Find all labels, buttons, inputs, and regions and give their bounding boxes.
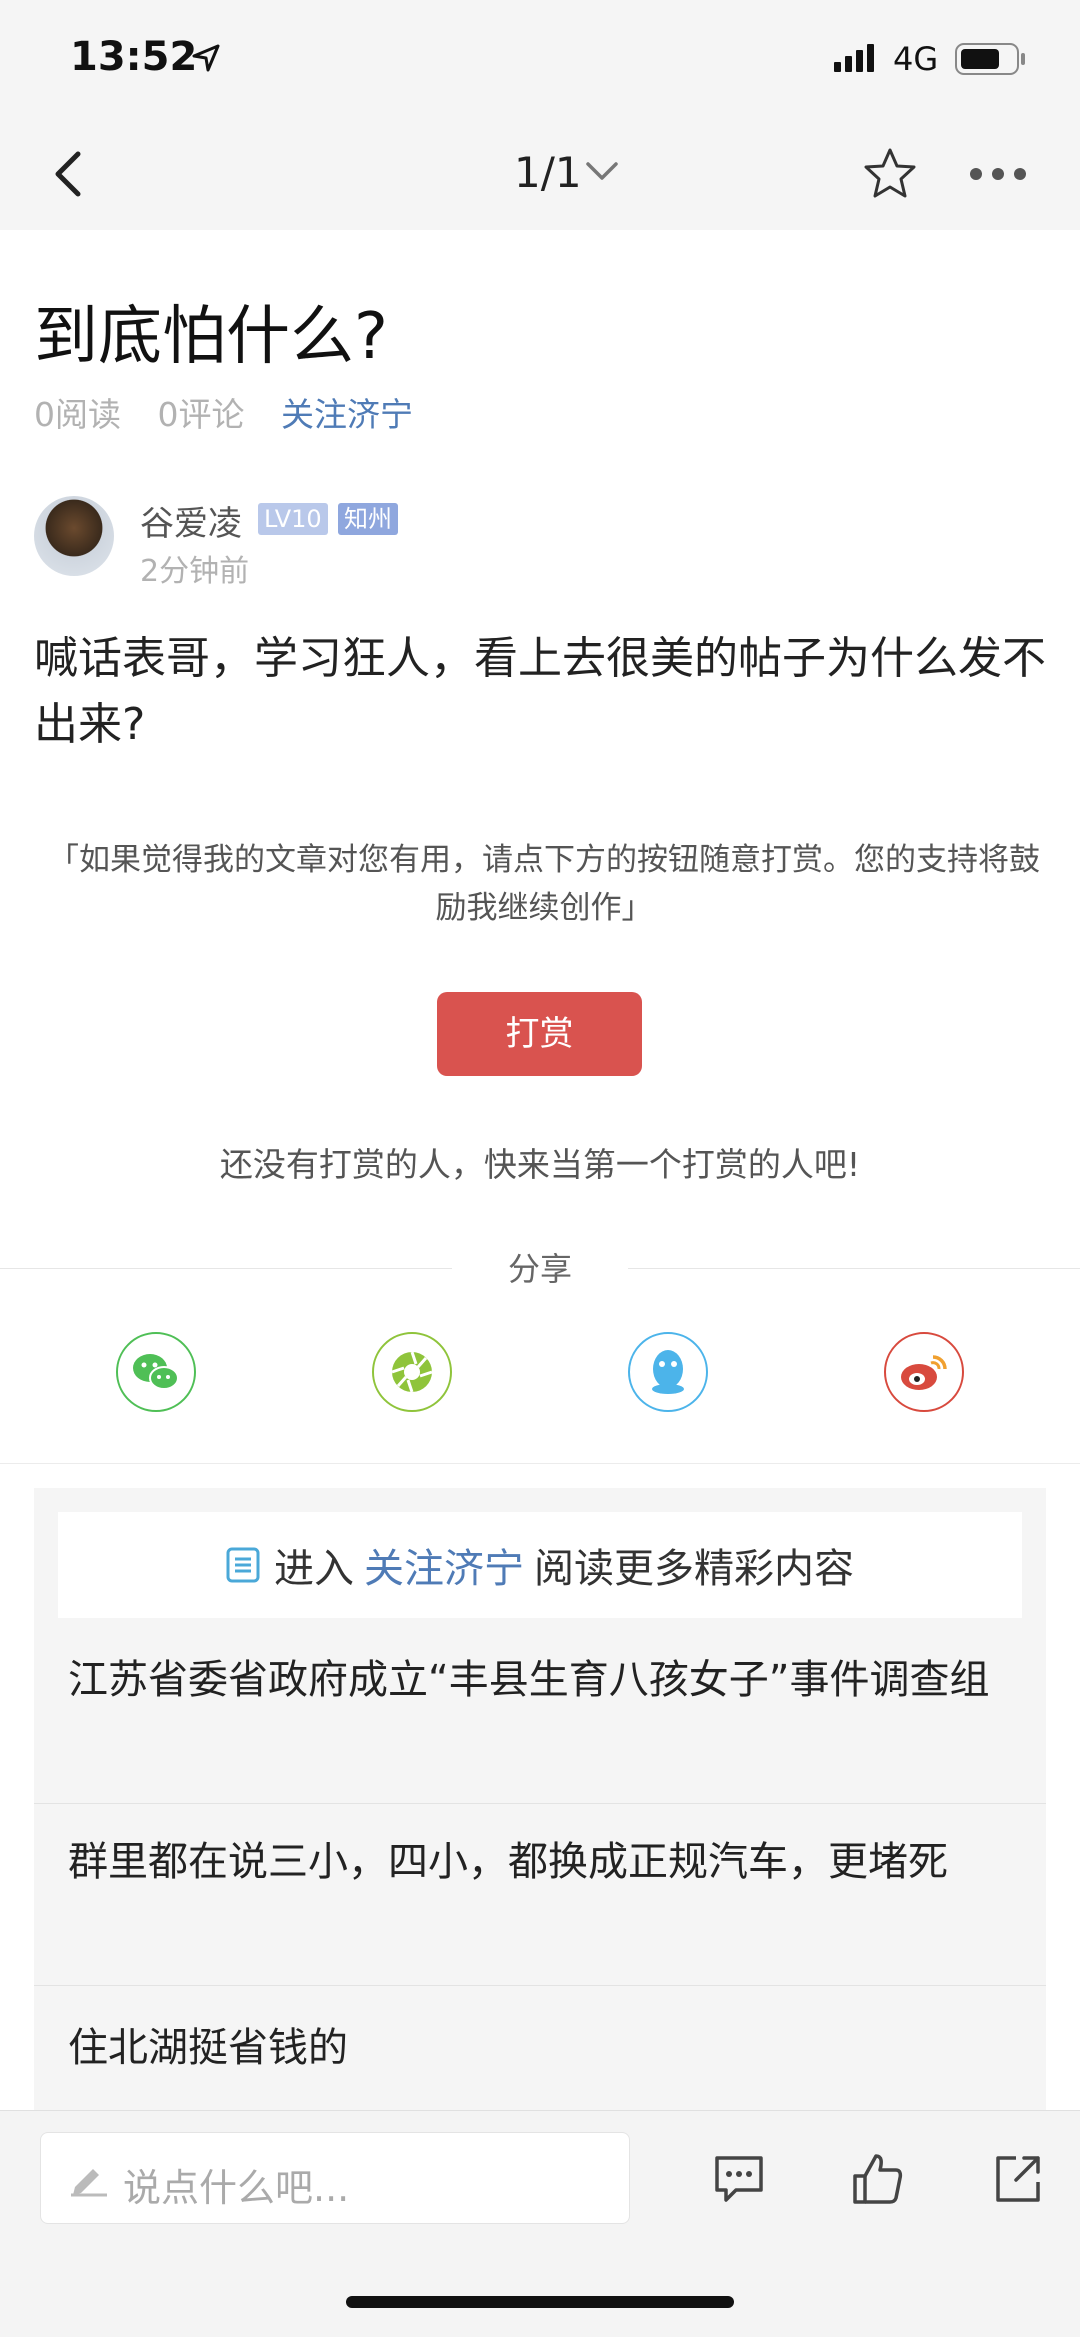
divider — [34, 1985, 1046, 1986]
post-title: 到底怕什么? — [34, 300, 388, 374]
more-prefix: 进入 — [274, 1546, 354, 1592]
forum-link[interactable]: 关注济宁 — [281, 395, 413, 434]
nav-bar: 1/1 — [0, 118, 1080, 230]
chevron-down-icon[interactable] — [584, 158, 620, 184]
author-name[interactable]: 谷爱凌 — [140, 496, 242, 545]
pencil-icon — [71, 2169, 107, 2197]
document-icon — [226, 1547, 260, 1583]
share-title: 分享 — [507, 1250, 572, 1288]
list-item[interactable]: 群里都在说三小，四小，都换成正规汽车，更堵死 — [34, 1831, 1046, 1893]
share-wechat-button[interactable] — [116, 1332, 196, 1412]
comment-count: 0评论 — [157, 395, 245, 434]
comment-icon[interactable] — [712, 2152, 766, 2206]
no-reward-text: 还没有打赏的人，快来当第一个打赏的人吧! — [219, 1145, 861, 1184]
read-count: 0阅读 — [34, 395, 121, 434]
share-qq-button[interactable] — [628, 1332, 708, 1412]
share-icon[interactable] — [992, 2152, 1046, 2206]
comment-input[interactable]: 说点什么吧... — [40, 2132, 630, 2224]
home-indicator — [346, 2296, 734, 2308]
more-icon[interactable] — [968, 166, 1028, 182]
comment-placeholder: 说点什么吧... — [123, 2166, 350, 2210]
share-moments-button[interactable] — [372, 1332, 452, 1412]
more-suffix: 阅读更多精彩内容 — [534, 1546, 854, 1592]
level-badge: LV10 — [258, 503, 328, 535]
back-icon[interactable] — [44, 144, 94, 204]
qq-icon — [652, 1350, 684, 1394]
reward-note: 「如果觉得我的文章对您有用，请点下方的按钮随意打赏。您的支持将鼓励我继续创作」 — [48, 842, 1040, 926]
network-type: 4G — [893, 40, 939, 78]
post-body: 喊话表哥，学习狂人，看上去很美的帖子为什么发不出来? — [34, 633, 1046, 750]
list-item[interactable]: 江苏省委省政府成立“丰县生育八孩女子”事件调查组 — [34, 1649, 1046, 1711]
star-icon[interactable] — [860, 144, 920, 204]
battery-icon — [955, 43, 1025, 75]
divider — [34, 1803, 1046, 1804]
more-forum-link[interactable]: 关注济宁 — [364, 1536, 524, 1594]
page-indicator[interactable]: 1/1 — [514, 148, 582, 197]
weibo-icon — [901, 1355, 947, 1390]
status-bar: 13:52 4G — [0, 0, 1080, 118]
signal-icon — [834, 44, 874, 72]
post-time: 2分钟前 — [140, 554, 250, 589]
rank-badge: 知州 — [338, 503, 398, 535]
post-meta: 0阅读 0评论 关注济宁 — [34, 388, 439, 436]
share-weibo-button[interactable] — [884, 1332, 964, 1412]
moments-icon — [391, 1351, 433, 1393]
status-time: 13:52 — [70, 34, 198, 80]
more-content-header[interactable]: 进入 关注济宁 阅读更多精彩内容 — [58, 1512, 1022, 1618]
wechat-icon — [133, 1354, 179, 1390]
list-item[interactable]: 住北湖挺省钱的 — [34, 2017, 1046, 2079]
like-icon[interactable] — [850, 2152, 904, 2206]
divider — [0, 1463, 1080, 1464]
location-arrow-icon — [192, 44, 220, 72]
reward-button[interactable]: 打赏 — [437, 992, 642, 1076]
avatar[interactable] — [34, 496, 114, 576]
